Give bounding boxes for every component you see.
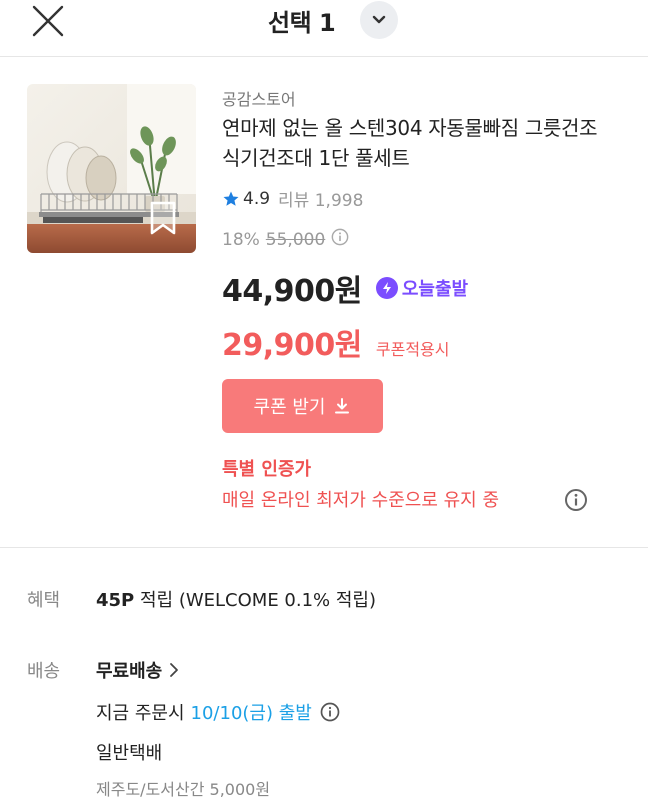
review-count: 리뷰 1,998 [278,191,364,211]
order-prefix: 지금 주문시 [96,703,185,724]
info-icon [331,228,349,246]
price-info-button[interactable] [331,228,349,251]
sheet-header: 선택 1 [0,0,648,57]
jeju-shipping-fee: 제주도/도서산간 5,000원 [96,780,271,799]
price-row: 44,900원 오늘출발 [222,266,468,310]
rating-score: 4.9 [243,188,271,209]
download-icon [335,398,350,414]
special-price-title: 특별 인증가 [222,459,312,480]
get-coupon-label: 쿠폰 받기 [253,397,326,418]
close-icon [32,5,64,37]
discount-row: 18% 55,000 [222,228,349,251]
chevron-down-icon [372,15,386,24]
special-price-desc: 매일 온라인 최저가 수준으로 유지 중 [222,490,500,511]
coupon-price-row: 29,900원 쿠폰적용시 [222,320,449,364]
store-name[interactable]: 공감스토어 [222,86,296,110]
departure-date: 10/10(금) 출발 [190,703,312,724]
shipping-label: 배송 [27,661,61,682]
benefit-value: 45P 적립 (WELCOME 0.1% 적립) [96,586,376,612]
chevron-right-icon [170,663,179,677]
bookmark-button[interactable] [148,200,178,236]
rating-row[interactable]: 4.9 리뷰 1,998 [222,186,363,211]
today-shipping-badge: 오늘출발 [375,275,469,301]
option-dropdown-button[interactable] [360,1,398,39]
coupon-note: 쿠폰적용시 [375,340,450,359]
product-option-sheet: 선택 1 공감스토어 연마제 없는 올 스텐304 자동물빠짐 그릇건조 식기건… [0,0,648,804]
shipping-order-row: 지금 주문시 10/10(금) 출발 [96,699,340,725]
bolt-icon [375,277,398,299]
today-shipping-label: 오늘출발 [401,279,469,300]
info-icon [565,489,587,511]
product-name[interactable]: 연마제 없는 올 스텐304 자동물빠짐 그릇건조 식기건조대 1단 풀세트 [222,113,612,173]
close-button[interactable] [28,3,68,39]
coupon-price: 29,900원 [222,328,362,363]
original-price: 55,000 [265,229,326,250]
special-price-info-button[interactable] [564,488,588,512]
benefit-points: 45P [96,590,135,611]
info-icon [320,702,340,722]
section-divider [0,547,648,548]
benefit-detail: 적립 (WELCOME 0.1% 적립) [139,590,377,611]
free-shipping-link[interactable]: 무료배송 [96,657,182,683]
shipping-type: 일반택배 [96,743,163,764]
sale-price: 44,900원 [222,274,362,309]
bookmark-icon [150,201,176,235]
benefit-label: 혜택 [27,590,61,611]
discount-rate: 18% [222,229,260,250]
get-coupon-button[interactable]: 쿠폰 받기 [222,379,383,433]
free-shipping-text: 무료배송 [96,661,163,682]
star-icon [223,191,239,206]
sheet-title: 선택 1 [268,8,336,37]
departure-info-button[interactable] [320,702,340,722]
